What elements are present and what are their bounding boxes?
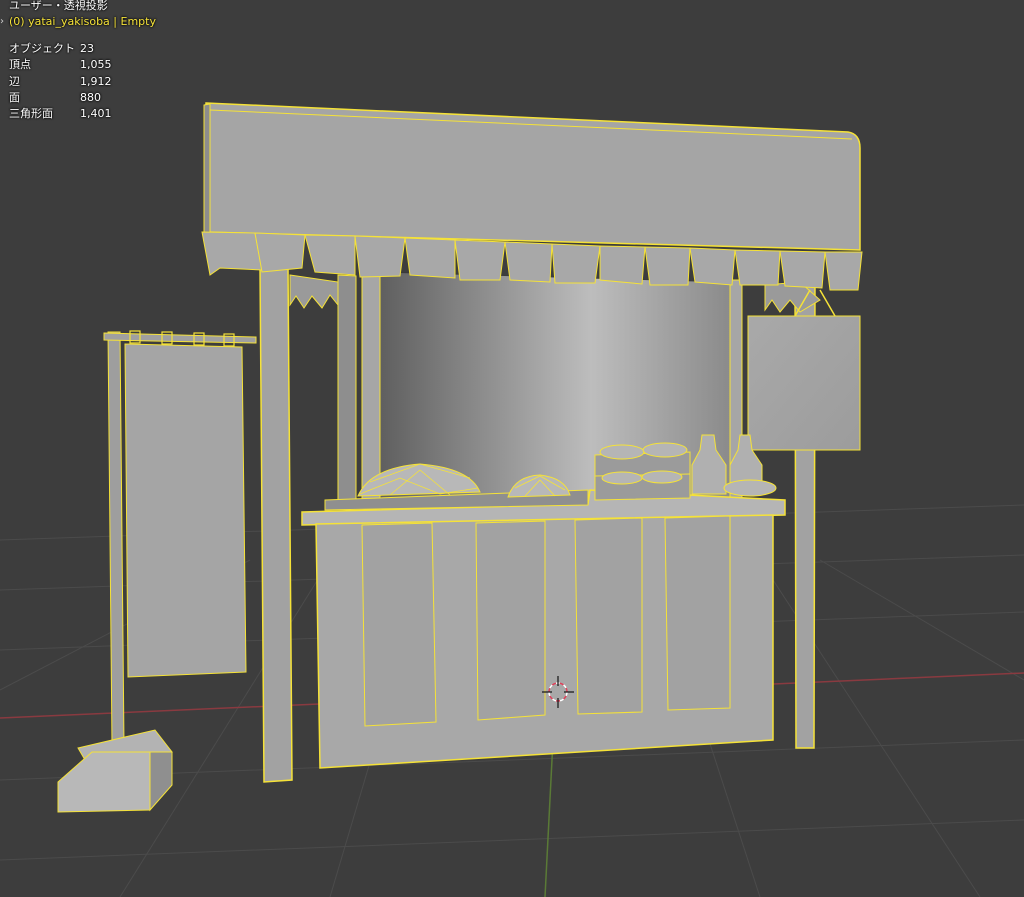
front-post-left bbox=[259, 267, 293, 783]
hanging-sign-right bbox=[747, 315, 861, 451]
stat-label: 辺 bbox=[9, 74, 20, 88]
stat-label: 三角形面 bbox=[9, 107, 53, 121]
side-post-left bbox=[337, 274, 357, 501]
3d-viewport[interactable]: › ユーザー・透視投影 (0) yatai_yakisoba | Empty オ… bbox=[0, 0, 1024, 897]
y-axis-line bbox=[544, 739, 554, 897]
banner-base-side bbox=[149, 751, 173, 812]
stat-label: オブジェクト bbox=[9, 42, 75, 55]
food-plate-corner bbox=[723, 479, 777, 497]
banner-base-front bbox=[57, 751, 151, 813]
side-ruffle-left bbox=[289, 274, 339, 309]
chevron-right-icon[interactable]: › bbox=[0, 14, 4, 30]
stat-value: 880 bbox=[80, 90, 101, 104]
stat-value: 1,912 bbox=[80, 74, 112, 88]
food-tray-rack bbox=[594, 442, 691, 501]
banner-cloth bbox=[124, 343, 247, 678]
stat-label: 面 bbox=[9, 90, 20, 104]
stat-label: 頂点 bbox=[9, 58, 31, 72]
canopy-board-left-side bbox=[203, 103, 211, 237]
active-object-label: (0) yatai_yakisoba | Empty bbox=[9, 15, 156, 28]
rear-post-left bbox=[361, 269, 381, 501]
stat-value: 23 bbox=[80, 42, 94, 55]
scene-canvas[interactable] bbox=[0, 0, 1024, 897]
view-mode-label: ユーザー・透視投影 bbox=[9, 0, 108, 12]
banner-pole bbox=[107, 331, 125, 746]
stat-value: 1,401 bbox=[80, 107, 112, 121]
stat-value: 1,055 bbox=[80, 58, 112, 72]
